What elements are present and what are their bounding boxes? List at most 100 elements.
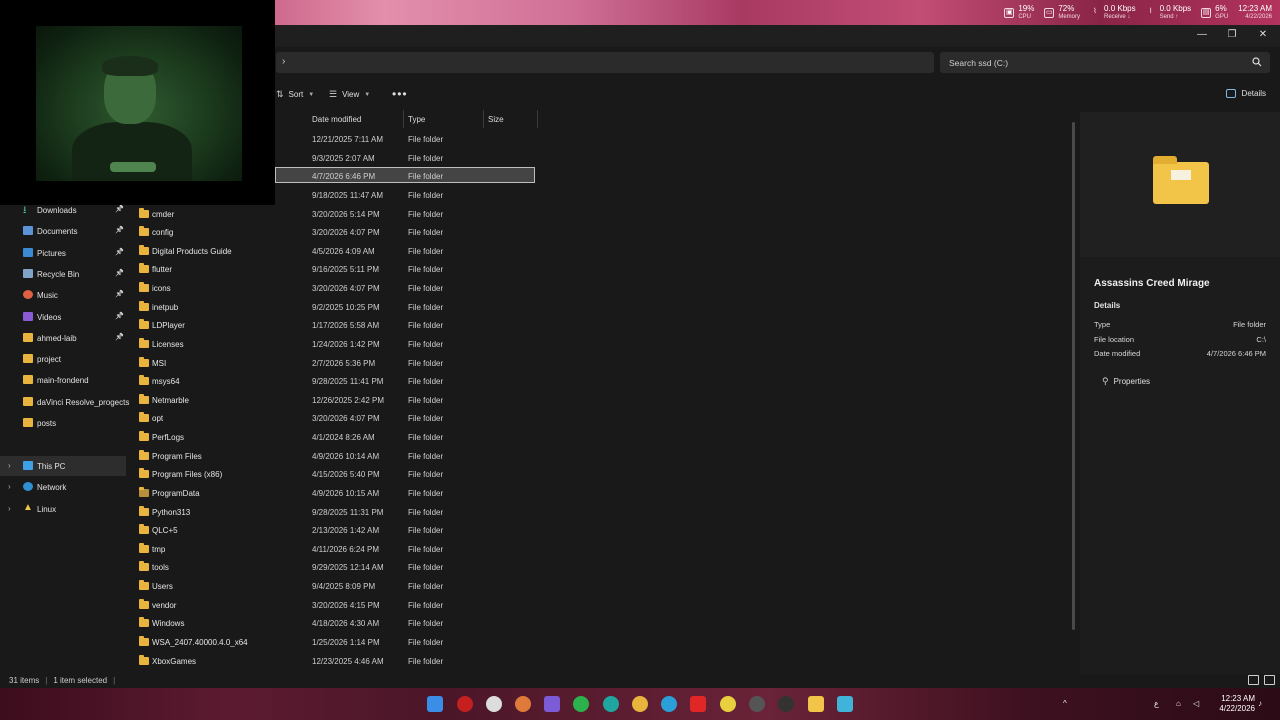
- file-explorer-icon[interactable]: [808, 696, 824, 712]
- gpu-value: 6%: [1215, 3, 1227, 13]
- column-divider[interactable]: [403, 110, 404, 128]
- start-button-icon[interactable]: [427, 696, 443, 712]
- app-icon-red[interactable]: [457, 696, 473, 712]
- file-row[interactable]: vendor 3/20/2026 4:15 PM File folder: [126, 596, 1076, 615]
- chrome-icon[interactable]: [632, 696, 648, 712]
- sidebar-item[interactable]: Pictures 📌: [0, 243, 126, 263]
- sidebar-drive-label: This PC: [37, 462, 66, 471]
- status-separator: |: [113, 676, 116, 685]
- folder-icon: [139, 617, 149, 628]
- vertical-scrollbar[interactable]: [1072, 122, 1075, 630]
- more-options-button[interactable]: •••: [392, 87, 408, 101]
- file-row[interactable]: MSI 2/7/2026 5:36 PM File folder: [126, 354, 1076, 373]
- file-row[interactable]: Netmarble 12/26/2025 2:42 PM File folder: [126, 391, 1076, 410]
- column-date-modified[interactable]: Date modified: [312, 115, 361, 124]
- file-row[interactable]: inetpub 9/2/2025 10:25 PM File folder: [126, 298, 1076, 317]
- tiles-view-toggle-icon[interactable]: [1264, 675, 1275, 685]
- column-divider[interactable]: [483, 110, 484, 128]
- sidebar-item[interactable]: ahmed-laib 📌: [0, 328, 126, 348]
- file-row[interactable]: cmder 3/20/2026 5:14 PM File folder: [126, 205, 1076, 224]
- file-row[interactable]: QLC+5 2/13/2026 1:42 AM File folder: [126, 521, 1076, 540]
- claude-icon[interactable]: [515, 696, 531, 712]
- sidebar-item-label: Pictures: [37, 248, 66, 258]
- minimize-button[interactable]: —: [1187, 25, 1217, 45]
- sidebar-item[interactable]: posts: [0, 413, 126, 433]
- selected-count: 1 item selected: [53, 676, 108, 685]
- file-row[interactable]: WSA_2407.40000.4.0_x64 1/25/2026 1:14 PM F…: [126, 633, 1076, 652]
- sidebar-item[interactable]: daVinci Resolve_progects: [0, 392, 129, 412]
- file-row[interactable]: msys64 9/28/2025 11:41 PM File folder: [126, 372, 1076, 391]
- file-row[interactable]: config 3/20/2026 4:07 PM File folder: [126, 223, 1076, 242]
- column-type[interactable]: Type: [408, 115, 425, 124]
- app-icon-gray[interactable]: [749, 696, 765, 712]
- details-view-toggle-icon[interactable]: [1248, 675, 1259, 685]
- sidebar-drive-item[interactable]: › ▲ Linux: [0, 499, 126, 519]
- restore-button[interactable]: ❐: [1217, 25, 1247, 45]
- volume-tray-icon[interactable]: ◁: [1193, 699, 1199, 708]
- close-button[interactable]: ✕: [1248, 25, 1278, 45]
- file-type: File folder: [408, 582, 444, 592]
- chevron-right-icon[interactable]: ›: [8, 482, 11, 491]
- file-row[interactable]: Windows 4/18/2026 4:30 AM File folder: [126, 614, 1076, 633]
- file-row[interactable]: Program Files (x86) 4/15/2026 5:40 PM File…: [126, 465, 1076, 484]
- sidebar-item[interactable]: Music 📌: [0, 285, 126, 305]
- network-tray-icon[interactable]: ⌂: [1176, 699, 1181, 708]
- address-bar[interactable]: ›: [276, 52, 934, 73]
- telegram-icon[interactable]: [661, 696, 677, 712]
- sidebar-item[interactable]: project: [0, 349, 126, 369]
- breadcrumb-chevron-icon[interactable]: ›: [282, 56, 285, 67]
- view-button[interactable]: ☰ View ▼: [329, 89, 370, 100]
- sidebar-drive-item[interactable]: › Network: [0, 477, 126, 497]
- app-icon-purple[interactable]: [544, 696, 560, 712]
- edge-icon[interactable]: [603, 696, 619, 712]
- sidebar-item[interactable]: Recycle Bin 📌: [0, 264, 126, 284]
- properties-button[interactable]: ⚲ Properties: [1094, 373, 1158, 390]
- file-row[interactable]: opt 3/20/2026 4:07 PM File folder: [126, 409, 1076, 428]
- whatsapp-icon[interactable]: [573, 696, 589, 712]
- tray-chevron-icon[interactable]: ^: [1063, 699, 1067, 708]
- chevron-right-icon[interactable]: ›: [8, 461, 11, 470]
- file-row[interactable]: LDPlayer 1/17/2026 5:58 AM File folder: [126, 316, 1076, 335]
- file-row[interactable]: icons 3/20/2026 4:07 PM File folder: [126, 279, 1076, 298]
- search-icon[interactable]: [1252, 57, 1262, 67]
- cpu-monitor: ▣ 19% CPU: [1004, 4, 1034, 22]
- file-type: File folder: [408, 265, 444, 275]
- file-row[interactable]: XboxGames 12/23/2025 4:46 AM File folder: [126, 652, 1076, 671]
- sidebar-item[interactable]: main-frondend: [0, 370, 126, 390]
- youtube-icon[interactable]: [690, 696, 706, 712]
- file-row[interactable]: Users 9/4/2025 8:09 PM File folder: [126, 577, 1076, 596]
- gpu-label: GPU: [1215, 13, 1229, 20]
- file-row[interactable]: PerfLogs 4/1/2024 8:26 AM File folder: [126, 428, 1076, 447]
- chevron-right-icon[interactable]: ›: [8, 504, 11, 513]
- file-name: Digital Products Guide: [152, 246, 232, 256]
- notification-bell-icon[interactable]: ♪: [1258, 699, 1262, 708]
- folder-icon: [23, 354, 33, 364]
- file-row[interactable]: Program Files 4/9/2026 10:14 AM File folde…: [126, 447, 1076, 466]
- folder-icon: [139, 580, 149, 591]
- app-icon-yellow[interactable]: [720, 696, 736, 712]
- details-pane-button[interactable]: Details: [1225, 89, 1266, 98]
- app-icon-dark[interactable]: [778, 696, 794, 712]
- file-name: inetpub: [152, 302, 179, 312]
- send-monitor: ⌇ 0.0 Kbps Send ↑: [1146, 4, 1191, 22]
- sidebar-item[interactable]: Videos 📌: [0, 307, 126, 327]
- column-divider[interactable]: [537, 110, 538, 128]
- file-row[interactable]: Python313 9/28/2025 11:31 PM File folder: [126, 503, 1076, 522]
- input-language-indicator[interactable]: ع: [1154, 699, 1159, 708]
- file-row[interactable]: Licenses 1/24/2026 1:42 PM File folder: [126, 335, 1076, 354]
- sidebar-item[interactable]: Documents 📌: [0, 221, 126, 241]
- taskbar-date: 4/22/2026: [1219, 704, 1255, 713]
- search-input[interactable]: Search ssd (C:): [940, 52, 1270, 73]
- sidebar-drive-item[interactable]: › This PC: [0, 456, 126, 476]
- file-row[interactable]: tmp 4/11/2026 6:24 PM File folder: [126, 540, 1076, 559]
- notepad-icon[interactable]: [837, 696, 853, 712]
- file-row[interactable]: ProgramData 4/9/2026 10:15 AM File folder: [126, 484, 1076, 503]
- column-size[interactable]: Size: [488, 115, 504, 124]
- taskbar-clock[interactable]: 12:23 AM 4/22/2026: [1219, 694, 1255, 714]
- file-row[interactable]: flutter 9/16/2025 5:11 PM File folder: [126, 260, 1076, 279]
- chatgpt-icon[interactable]: [486, 696, 502, 712]
- file-row[interactable]: Digital Products Guide 4/5/2026 4:09 AM Fi…: [126, 242, 1076, 261]
- file-row[interactable]: tools 9/29/2025 12:14 AM File folder: [126, 558, 1076, 577]
- sort-button[interactable]: ⇅ Sort ▼: [276, 89, 314, 100]
- folder-preview-icon: [1153, 156, 1209, 204]
